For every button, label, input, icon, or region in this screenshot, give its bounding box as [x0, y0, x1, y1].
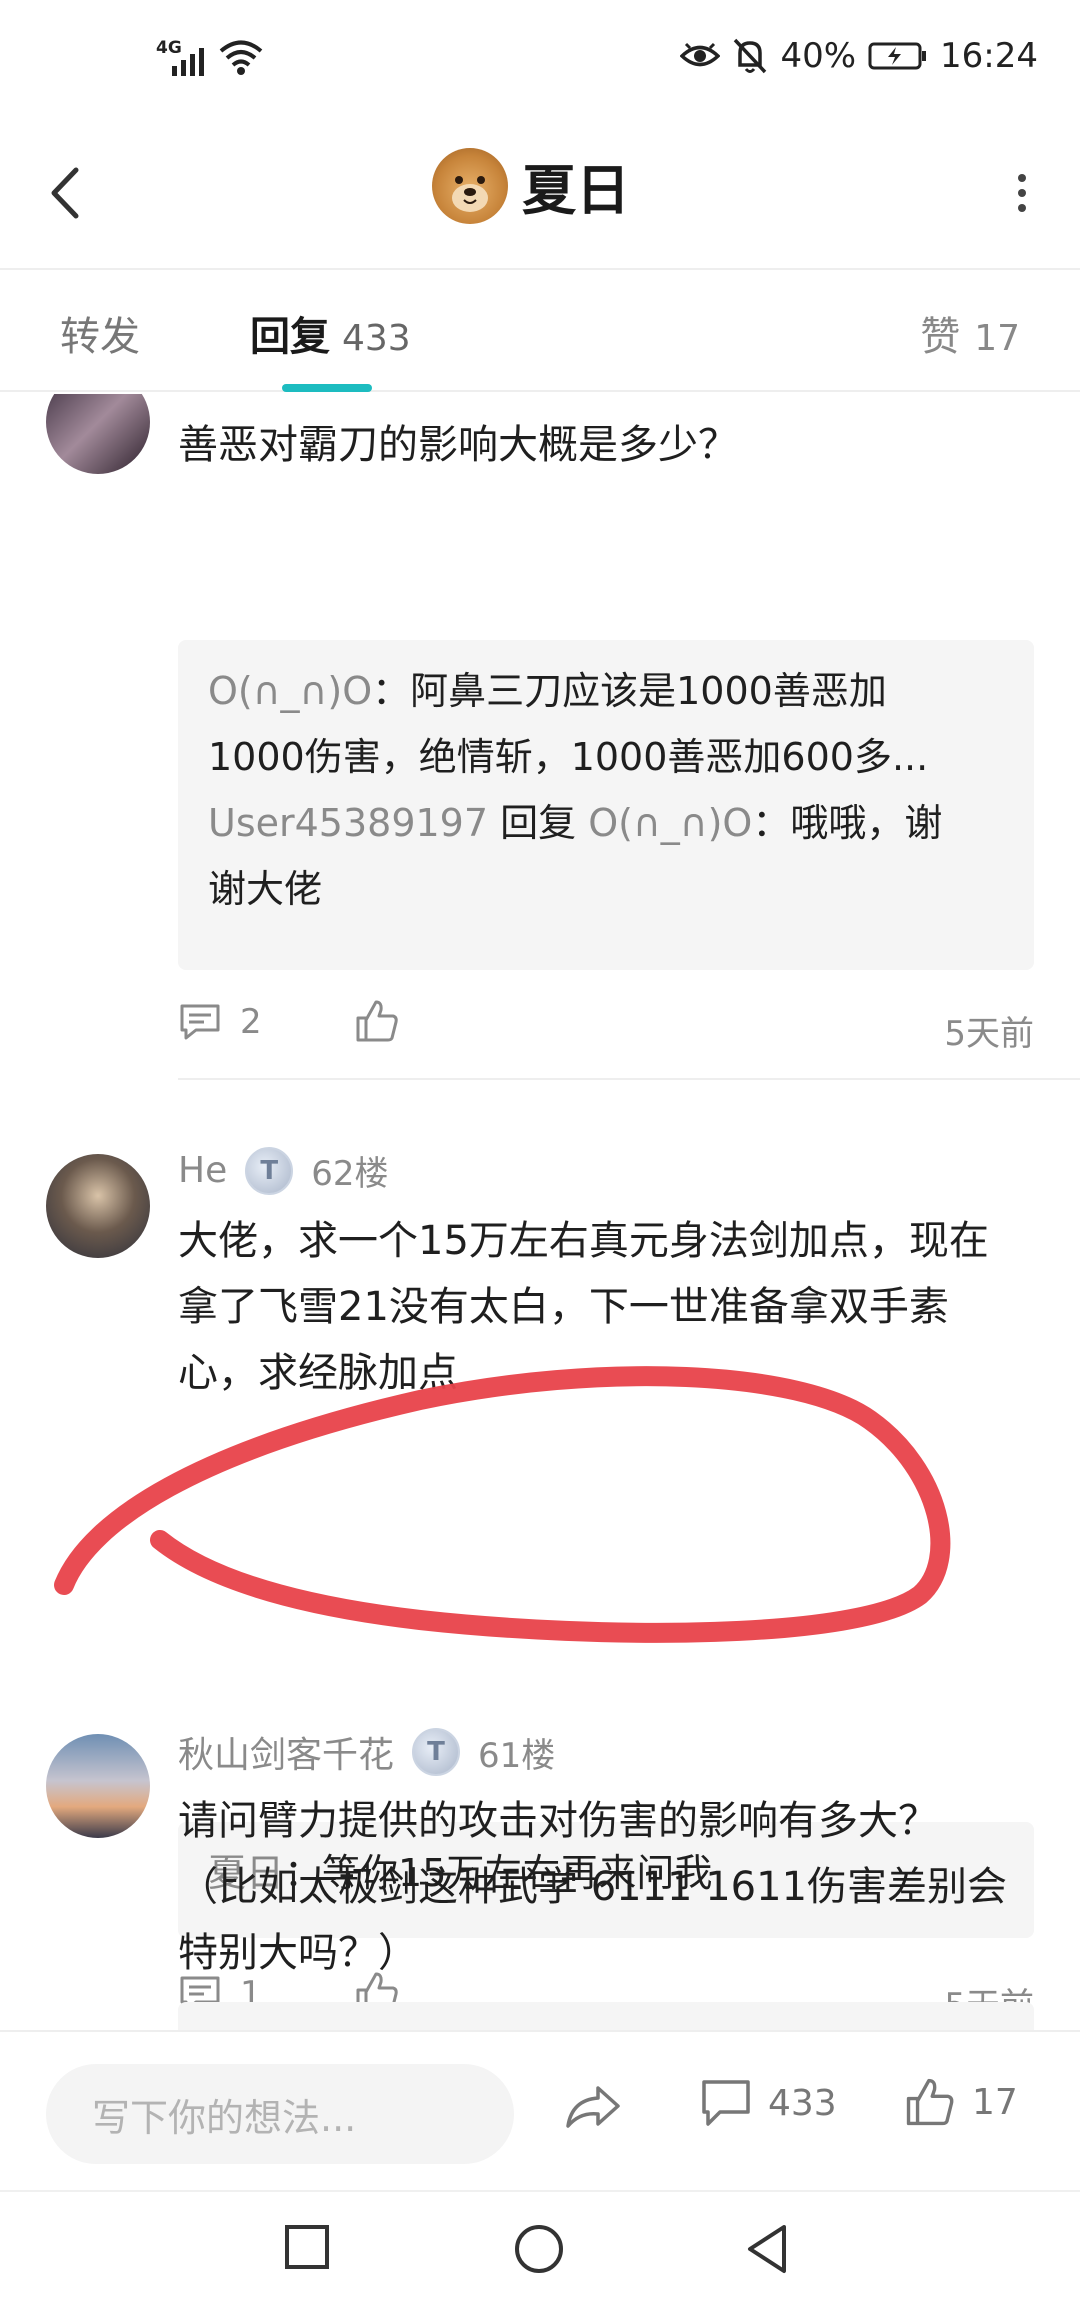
floor-number: 61楼: [478, 1735, 556, 1776]
bottom-like-count: 17: [972, 2081, 1018, 2123]
wifi-icon: [219, 40, 263, 75]
comment-input-placeholder: 写下你的想法...: [92, 2095, 357, 2140]
reply-actions: 2 5天前: [178, 998, 1034, 1058]
tab-reply-label: 回复: [250, 314, 330, 360]
sub-reply-text: 1000伤害，绝情斩，1000善恶加600多...: [208, 735, 929, 779]
home-icon[interactable]: [512, 2222, 566, 2276]
tab-like-count: 17: [974, 318, 1020, 359]
level-badge: T: [245, 1146, 294, 1195]
reply-content-line: 请问臂力提供的攻击对伤害的影响有多大？: [178, 1798, 938, 1844]
share-icon[interactable]: [564, 2082, 622, 2132]
top-nav: 夏日: [0, 120, 1080, 270]
page-title: 夏日: [522, 159, 630, 222]
clock: 16:24: [940, 36, 1038, 76]
sub-reply-line: O(∩_∩)O：阿鼻三刀应该是1000善恶加: [208, 658, 1004, 724]
bottom-like-button[interactable]: 17: [904, 2076, 1018, 2128]
status-right: 40% 16:24: [680, 36, 1038, 76]
tab-bar: 转发 回复 433 赞 17: [0, 272, 1080, 392]
comment-input[interactable]: 写下你的想法...: [46, 2064, 514, 2164]
signal-icon: [172, 48, 204, 76]
thread-owner[interactable]: 夏日: [432, 146, 630, 225]
level-badge: T: [412, 1728, 461, 1776]
battery-icon: [868, 42, 927, 70]
sub-reply-line: User45389197 回复 O(∩_∩)O：哦哦，谢: [208, 790, 1004, 856]
tab-forward[interactable]: 转发: [60, 304, 140, 362]
sub-replies[interactable]: [178, 2002, 1034, 2030]
username[interactable]: He: [178, 1150, 227, 1191]
dog-face-icon: [452, 175, 488, 212]
reply-content-line: 心，求经脉加点: [178, 1350, 458, 1396]
active-tab-indicator: [282, 384, 372, 392]
reply-content: 善恶对霸刀的影响大概是多少？: [178, 422, 738, 468]
tab-reply[interactable]: 回复 433: [250, 304, 411, 362]
user-avatar[interactable]: [46, 1734, 150, 1838]
sub-reply-verb: 回复: [488, 801, 589, 845]
system-nav-bar: [0, 2190, 1080, 2310]
bottom-action-bar: 写下你的想法... 433 17: [0, 2030, 1080, 2190]
reply-content: 请问臂力提供的攻击对伤害的影响有多大？ （比如太极剑这种武学 6111 1611…: [178, 1788, 1038, 1986]
reply-content-line: 大佬，求一个15万左右真元身法剑加点，现在: [178, 1218, 989, 1264]
reply-content-line: （比如太极剑这种武学 6111 1611伤害差别会: [178, 1864, 1008, 1910]
tab-reply-count: 433: [342, 318, 411, 359]
mute-bell-icon: [734, 38, 767, 74]
more-vertical-icon[interactable]: [1012, 168, 1032, 218]
bottom-comment-button[interactable]: 433: [700, 2078, 837, 2128]
user-avatar[interactable]: [46, 394, 150, 474]
screen: 4G 40% 16:24 夏日 转发 回复 433 赞 17 善恶对霸刀的影响大…: [0, 0, 1080, 2310]
sub-replies[interactable]: O(∩_∩)O：阿鼻三刀应该是1000善恶加 1000伤害，绝情斩，1000善恶…: [178, 640, 1034, 970]
sub-reply-user[interactable]: O(∩_∩)O: [208, 669, 372, 713]
battery-level: 40%: [780, 36, 857, 76]
username[interactable]: 秋山剑客千花: [178, 1726, 394, 1778]
sub-reply-text: 谢大佬: [208, 867, 323, 911]
owner-avatar[interactable]: [432, 147, 508, 224]
comment-count: 2: [240, 1002, 262, 1042]
thumbs-up-icon: [906, 2078, 954, 2126]
comment-button[interactable]: 2: [178, 1002, 262, 1042]
tab-like-label: 赞: [920, 314, 961, 360]
bottom-comment-count: 433: [768, 2082, 837, 2124]
sub-reply-text: ：阿鼻三刀应该是1000善恶加: [372, 669, 887, 713]
status-bar: 4G 40% 16:24: [0, 0, 1080, 120]
back-arrow-icon[interactable]: [40, 158, 100, 228]
tab-like[interactable]: 赞 17: [920, 304, 1020, 362]
reply-list[interactable]: 善恶对霸刀的影响大概是多少？ O(∩_∩)O：阿鼻三刀应该是1000善恶加 10…: [0, 394, 1080, 2030]
user-avatar[interactable]: [46, 1154, 150, 1258]
reply-meta: 秋山剑客千花 T 61楼: [178, 1726, 555, 1778]
sub-reply-target[interactable]: O(∩_∩)O: [588, 801, 752, 845]
divider: [178, 1078, 1080, 1080]
comment-icon: [180, 1004, 220, 1040]
sub-reply-line: 谢大佬: [208, 856, 1004, 922]
sub-reply-user[interactable]: User45389197: [208, 801, 488, 845]
comment-icon: [702, 2080, 750, 2126]
sub-reply-line: 1000伤害，绝情斩，1000善恶加600多...: [208, 724, 1004, 790]
reply-content-line: 特别大吗？）: [178, 1930, 418, 1976]
reply-meta: He T 62楼: [178, 1146, 388, 1195]
back-triangle-icon[interactable]: [742, 2222, 792, 2276]
sub-reply-text: ：哦哦，谢: [752, 801, 943, 845]
tab-forward-label: 转发: [60, 314, 140, 360]
thumbs-up-icon[interactable]: [354, 998, 400, 1044]
recent-apps-icon[interactable]: [282, 2222, 332, 2272]
reply-time: 5天前: [944, 1014, 1034, 1054]
eye-icon: [680, 42, 721, 67]
reply-content: 大佬，求一个15万左右真元身法剑加点，现在 拿了飞雪21没有太白，下一世准备拿双…: [178, 1208, 1038, 1406]
floor-number: 62楼: [311, 1154, 389, 1194]
reply-content-line: 拿了飞雪21没有太白，下一世准备拿双手素: [178, 1284, 949, 1330]
